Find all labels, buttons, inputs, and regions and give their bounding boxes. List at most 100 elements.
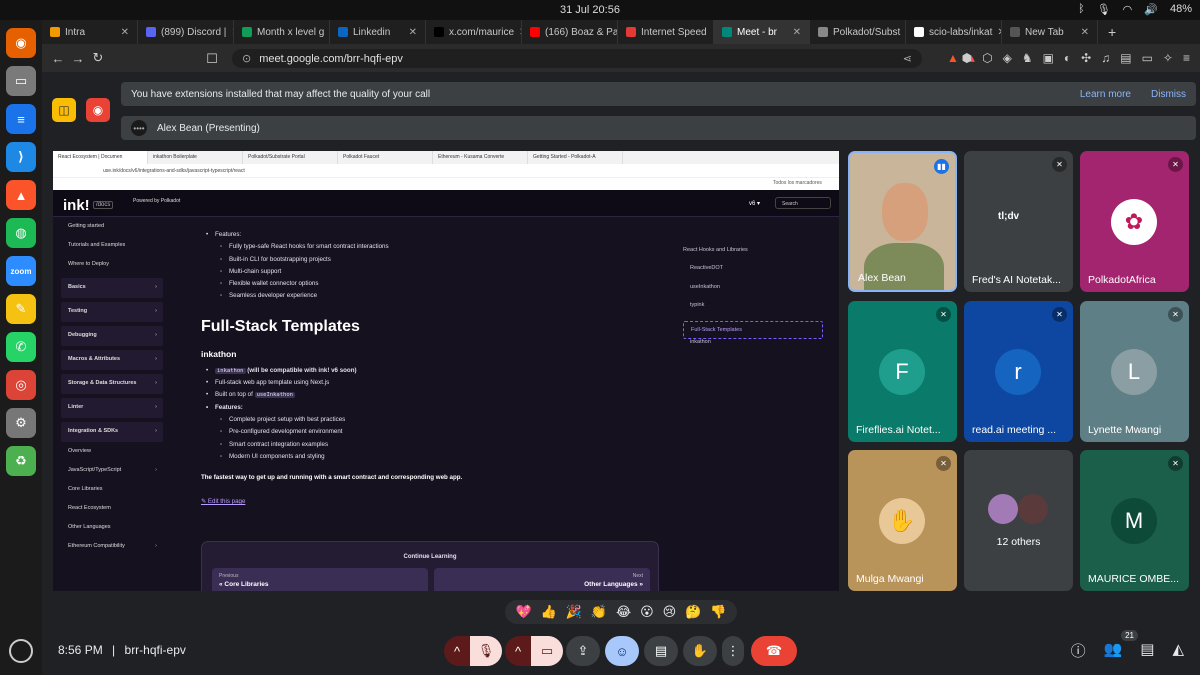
docs-sidebar-item: Basics › <box>61 278 163 298</box>
mic-icon[interactable]: 🎙 <box>1097 3 1111 16</box>
participant-tile[interactable]: L ✕ Lynette Mwangi <box>1080 301 1189 442</box>
browser-tab[interactable]: Month x level g✕ <box>234 20 330 44</box>
extension-icon[interactable]: ♞ <box>1022 51 1033 65</box>
participant-name: Fred's AI Notetak... <box>972 274 1061 286</box>
reaction-emoji[interactable]: 👏 <box>591 604 607 620</box>
participant-tile[interactable]: M ✕ MAURICE OMBE... <box>1080 450 1189 591</box>
wallet-icon[interactable]: ▭ <box>1142 51 1153 65</box>
info-icon[interactable]: ⓘ <box>1071 640 1086 661</box>
tab-close-icon[interactable]: ✕ <box>1081 27 1089 38</box>
inkathon-item: Full-stack web app template using Next.j… <box>201 379 661 391</box>
end-call-button[interactable]: ☎ <box>751 636 797 666</box>
tab-close-icon[interactable]: ✕ <box>409 27 417 38</box>
extension-icon[interactable]: ⬡ <box>982 51 992 65</box>
browser-tab[interactable]: (166) Boaz & Pa✕ <box>522 20 618 44</box>
extension-icon[interactable]: ▣ <box>1043 51 1054 65</box>
participant-tile[interactable]: ✿ ✕ PolkadotAfrica <box>1080 151 1189 292</box>
dock-app-whatsapp[interactable]: ✆ <box>6 332 36 362</box>
share-icon[interactable]: ⋖ <box>903 52 912 65</box>
reload-icon[interactable]: ↻ <box>88 50 108 66</box>
dock-app-vscode[interactable]: ⟩ <box>6 142 36 172</box>
activities-icon[interactable]: ◭ <box>1172 640 1184 661</box>
participant-tile[interactable]: ✋ ✕ Mulga Mwangi <box>848 450 957 591</box>
dock-app-brave[interactable]: ▲ <box>6 180 36 210</box>
brave-shield-icon[interactable]: ▲ <box>947 51 959 65</box>
browser-tab[interactable]: scio-labs/inkat✕ <box>906 20 1002 44</box>
dock-app-text-editor[interactable]: ✎ <box>6 294 36 324</box>
browser-tab[interactable]: (899) Discord |✕ <box>138 20 234 44</box>
sidebar-icon[interactable]: ▤ <box>1120 51 1131 65</box>
reaction-emoji[interactable]: 💖 <box>515 604 531 620</box>
side-panel-button[interactable]: ◫ <box>52 98 76 122</box>
reaction-emoji[interactable]: 🎉 <box>566 604 582 620</box>
reaction-emoji[interactable]: 👎 <box>710 604 726 620</box>
docs-sidebar-label: Getting started <box>68 223 105 229</box>
extension-icon[interactable]: ◐ <box>1064 51 1071 65</box>
dock-app-files[interactable]: ▭ <box>6 66 36 96</box>
forward-icon[interactable]: → <box>68 51 88 66</box>
reaction-emoji[interactable]: 😂 <box>616 604 631 620</box>
record-button[interactable]: ◉ <box>86 98 110 122</box>
new-tab-button[interactable]: + <box>1098 24 1126 40</box>
browser-tab[interactable]: Linkedin ✕ <box>330 20 426 44</box>
browser-tab[interactable]: Intra ✕ <box>42 20 138 44</box>
leo-ai-icon[interactable]: ✧ <box>1163 51 1173 65</box>
dock-app-spotify[interactable]: ◍ <box>6 218 36 248</box>
dock-app-firefox[interactable]: ◉ <box>6 28 36 58</box>
dock-app-zoom[interactable]: zoom <box>6 256 36 286</box>
camera-options-button[interactable]: ^ <box>505 636 531 666</box>
dock-app-settings[interactable]: ⚙ <box>6 408 36 438</box>
tab-close-icon[interactable]: ✕ <box>121 27 129 38</box>
camera-toggle-button[interactable]: ▭ <box>531 636 563 666</box>
participant-tile[interactable]: 12 others <box>964 450 1073 591</box>
reaction-emoji[interactable]: 🤔 <box>685 604 701 620</box>
show-apps-icon[interactable] <box>9 639 33 663</box>
tab-label: (166) Boaz & Pa <box>545 26 618 38</box>
dock-app-docs[interactable]: ≡ <box>6 104 36 134</box>
menu-icon[interactable]: ≡ <box>1183 51 1190 65</box>
back-icon[interactable]: ← <box>48 51 68 66</box>
media-icon[interactable]: ♫ <box>1101 51 1110 65</box>
bluetooth-icon[interactable]: ᛒ <box>1078 3 1085 16</box>
wifi-icon[interactable]: ◠ <box>1123 3 1133 16</box>
people-icon[interactable]: 👥 <box>1104 640 1123 661</box>
bookmark-icon[interactable]: ☐ <box>202 51 222 67</box>
present-screen-button[interactable]: ⇪ <box>566 636 600 666</box>
participant-video <box>882 183 928 241</box>
os-clock[interactable]: 31 Jul 20:56 <box>560 4 620 16</box>
captions-button[interactable]: ▤ <box>644 636 678 666</box>
browser-tab[interactable]: Polkadot/Subst✕ <box>810 20 906 44</box>
browser-tab[interactable]: x.com/maurice✕ <box>426 20 522 44</box>
reaction-emoji[interactable]: 😢 <box>663 604 677 620</box>
dock-app-chrome[interactable]: ◎ <box>6 370 36 400</box>
chat-icon[interactable]: ▤ <box>1140 640 1154 661</box>
reaction-emoji[interactable]: 👍 <box>541 604 557 620</box>
extension-icon[interactable]: ⬢ <box>962 51 972 65</box>
system-tray[interactable]: ᛒ 🎙 ◠ 🔊 48% <box>1078 3 1192 16</box>
browser-tab[interactable]: Internet Speed✕ <box>618 20 714 44</box>
extension-icon[interactable]: ◈ <box>1003 51 1012 65</box>
participant-tile[interactable]: r ✕ read.ai meeting ... <box>964 301 1073 442</box>
dismiss-button[interactable]: Dismiss <box>1151 89 1186 100</box>
reaction-emoji[interactable]: 😮 <box>640 604 654 620</box>
reactions-button[interactable]: ☺ <box>605 636 639 666</box>
raise-hand-button[interactable]: ✋ <box>683 636 717 666</box>
mic-options-button[interactable]: ^ <box>444 636 470 666</box>
learn-more-link[interactable]: Learn more <box>1080 89 1131 100</box>
browser-tab[interactable]: Meet - br ✕ <box>714 20 810 44</box>
dock-app-trash[interactable]: ♻ <box>6 446 36 476</box>
tab-close-icon[interactable]: ✕ <box>793 27 801 38</box>
presenter-menu-icon[interactable]: •••• <box>131 120 147 136</box>
volume-icon[interactable]: 🔊 <box>1144 3 1158 16</box>
mic-toggle-button[interactable]: 🎙 <box>470 636 502 666</box>
battery-label[interactable]: 48% <box>1170 3 1192 16</box>
more-options-button[interactable]: ⋮ <box>722 636 744 666</box>
participant-tile[interactable]: ▮▮ Alex Bean <box>848 151 957 292</box>
site-info-icon[interactable]: ⊙ <box>242 52 251 65</box>
extensions-puzzle-icon[interactable]: ✣ <box>1081 51 1091 65</box>
participant-name: 12 others <box>996 536 1041 548</box>
participant-tile[interactable]: tl;dv ✕ Fred's AI Notetak... <box>964 151 1073 292</box>
participant-tile[interactable]: F ✕ Fireflies.ai Notet... <box>848 301 957 442</box>
address-bar[interactable]: ⊙ meet.google.com/brr-hqfi-epv ⋖ <box>232 49 922 68</box>
browser-tab[interactable]: New Tab ✕ <box>1002 20 1098 44</box>
